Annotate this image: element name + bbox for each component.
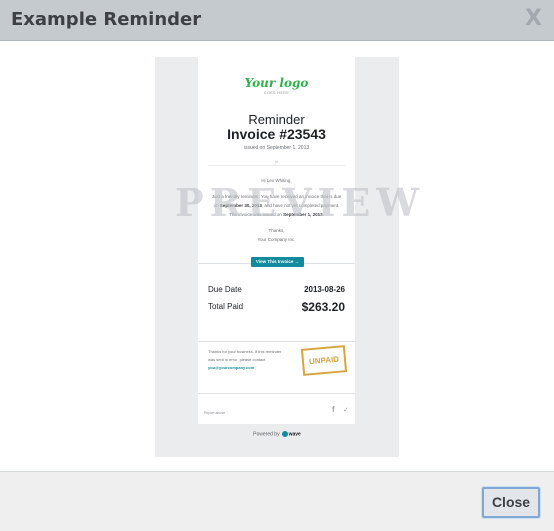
dialog-title: Example Reminder: [11, 9, 202, 30]
dialog-footer: Close: [0, 471, 554, 531]
reminder-preview: Your logo GOES HERE Reminder Invoice #23…: [155, 57, 419, 457]
report-abuse-link[interactable]: Report abuse: [204, 411, 225, 415]
powered-by: Powered by wave: [253, 431, 301, 438]
dialog-header: Example Reminder X: [0, 0, 554, 41]
logo-placeholder: Your logo: [244, 76, 309, 90]
unpaid-stamp: UNPAID: [300, 345, 348, 376]
facebook-icon[interactable]: f: [332, 405, 335, 414]
view-invoice-button[interactable]: View This Invoice →: [251, 257, 304, 267]
footer-note: Thanks for your business. If this remind…: [208, 349, 282, 370]
thanks-text: Thanks,: [268, 228, 285, 233]
total-paid-label: Total Paid: [208, 302, 244, 311]
wave-logo-icon: [281, 431, 288, 437]
divider: [198, 341, 355, 342]
of-marker: of: [274, 159, 279, 164]
contact-email-link[interactable]: you@yourcompany.com: [208, 365, 254, 370]
company-name: Your Company Inc.: [257, 237, 296, 242]
close-x-icon[interactable]: X: [525, 6, 542, 31]
divider: [198, 393, 355, 394]
reminder-heading: Reminder: [248, 112, 305, 127]
dialog-body: Your logo GOES HERE Reminder Invoice #23…: [0, 41, 554, 471]
close-button[interactable]: Close: [482, 487, 540, 518]
logo-subtext: GOES HERE: [263, 91, 290, 95]
divider: [208, 165, 345, 166]
invoice-title: Invoice #23543: [227, 126, 326, 142]
issued-date: issued on September 1, 2013: [243, 145, 310, 151]
email-card: Your logo GOES HERE Reminder Invoice #23…: [198, 57, 355, 424]
greeting: Hi Lex Whiting,: [261, 178, 292, 183]
total-paid-value: $263.20: [301, 300, 345, 314]
due-date-label: Due Date: [208, 285, 242, 294]
twitter-icon[interactable]: ✓: [343, 406, 349, 414]
due-date-value: 2013-08-26: [304, 285, 345, 294]
reminder-message: Just a friendly reminder: You have recei…: [211, 194, 342, 217]
